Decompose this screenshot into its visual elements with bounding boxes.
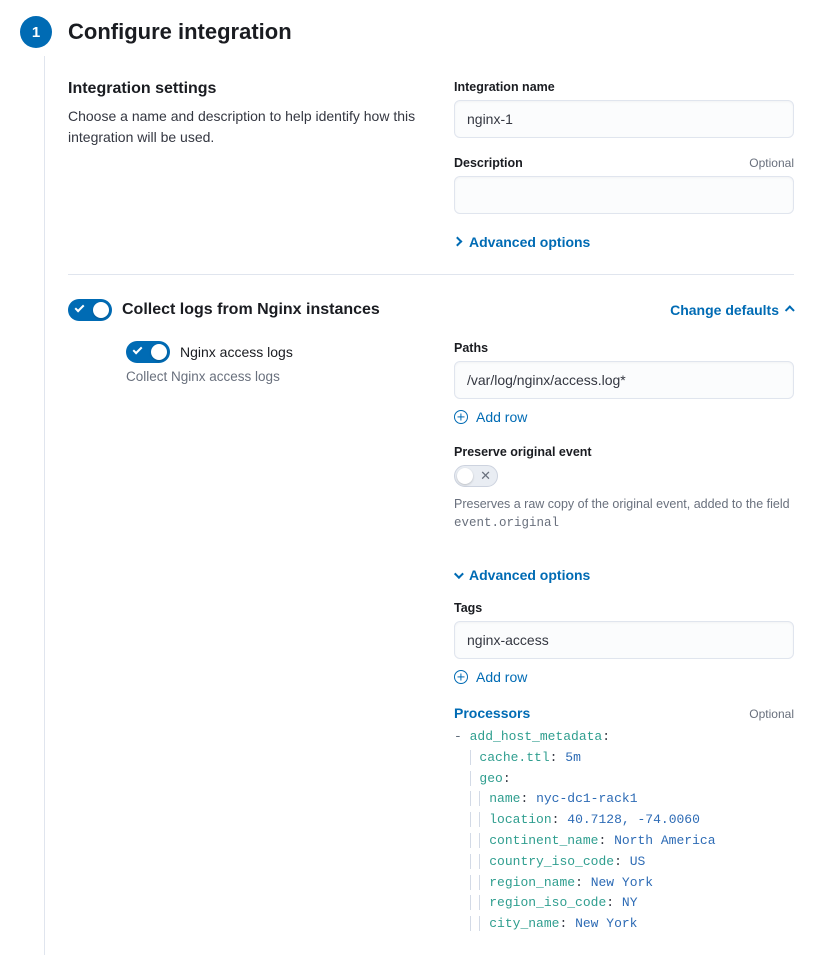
processors-link[interactable]: Processors bbox=[454, 705, 530, 721]
chevron-right-icon bbox=[453, 237, 463, 247]
description-input[interactable] bbox=[454, 176, 794, 214]
access-logs-toggle[interactable] bbox=[126, 341, 170, 363]
x-icon: ✕ bbox=[480, 469, 491, 482]
integration-name-label: Integration name bbox=[454, 80, 794, 94]
plus-circle-icon bbox=[454, 410, 468, 424]
paths-label: Paths bbox=[454, 341, 794, 355]
preserve-original-help: Preserves a raw copy of the original eve… bbox=[454, 495, 794, 534]
access-logs-label: Nginx access logs bbox=[180, 344, 293, 360]
integration-settings-heading: Integration settings bbox=[68, 80, 430, 98]
collect-logs-title: Collect logs from Nginx instances bbox=[122, 301, 380, 319]
check-icon bbox=[133, 344, 143, 354]
step-number-badge: 1 bbox=[20, 16, 52, 48]
add-row-label: Add row bbox=[476, 409, 527, 425]
preserve-original-label: Preserve original event bbox=[454, 445, 794, 459]
tags-label: Tags bbox=[454, 601, 794, 615]
collect-logs-toggle[interactable] bbox=[68, 299, 112, 321]
tags-add-row[interactable]: Add row bbox=[454, 669, 527, 685]
step-title: Configure integration bbox=[68, 19, 292, 45]
processors-code-editor[interactable]: - add_host_metadata: cache.ttl: 5m geo: … bbox=[454, 725, 794, 937]
change-defaults-link[interactable]: Change defaults bbox=[670, 302, 794, 318]
description-label: Description bbox=[454, 156, 523, 170]
advanced-options-label: Advanced options bbox=[469, 234, 590, 250]
plus-circle-icon bbox=[454, 670, 468, 684]
preserve-original-toggle[interactable]: ✕ bbox=[454, 465, 498, 487]
step-header: 1 Configure integration bbox=[20, 16, 794, 48]
change-defaults-label: Change defaults bbox=[670, 302, 779, 318]
paths-add-row[interactable]: Add row bbox=[454, 409, 527, 425]
integration-settings-description: Choose a name and description to help id… bbox=[68, 106, 430, 148]
advanced-options-label-2: Advanced options bbox=[469, 567, 590, 583]
tags-input[interactable] bbox=[454, 621, 794, 659]
divider bbox=[68, 274, 794, 275]
integration-name-input[interactable] bbox=[454, 100, 794, 138]
paths-input[interactable] bbox=[454, 361, 794, 399]
chevron-down-icon bbox=[454, 569, 464, 579]
add-row-label: Add row bbox=[476, 669, 527, 685]
description-optional-label: Optional bbox=[749, 156, 794, 170]
access-logs-description: Collect Nginx access logs bbox=[126, 369, 430, 384]
advanced-options-toggle-2[interactable]: Advanced options bbox=[454, 567, 590, 583]
chevron-up-icon bbox=[785, 305, 795, 315]
advanced-options-toggle[interactable]: Advanced options bbox=[454, 234, 590, 250]
check-icon bbox=[75, 302, 85, 312]
processors-optional-label: Optional bbox=[749, 707, 794, 721]
